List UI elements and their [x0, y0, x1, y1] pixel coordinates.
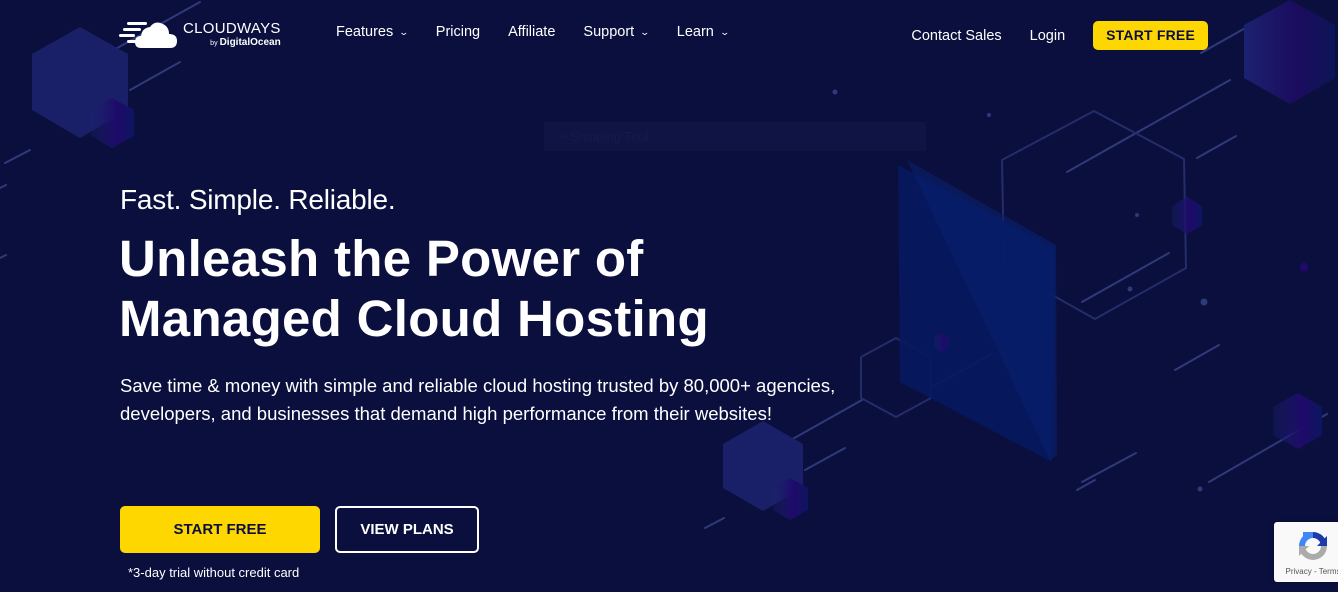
logo-by-prefix: by [210, 39, 218, 47]
chevron-down-icon: ⌄ [398, 26, 410, 37]
nav-item-label: Learn [676, 24, 714, 40]
chevron-down-icon: ⌄ [639, 26, 651, 37]
nav-item-support[interactable]: Support ⌄ [583, 24, 651, 40]
snipping-tool-overlay: ✂ Snipping Tool [544, 122, 926, 151]
logo-by-brand: DigitalOcean [219, 36, 281, 48]
nav-item-label: Support [583, 24, 635, 40]
hero-headline: Unleash the Power of Managed Cloud Hosti… [119, 229, 709, 349]
hero-subtext: Save time & money with simple and reliab… [120, 375, 836, 424]
nav-item-features[interactable]: Features ⌄ [336, 24, 410, 40]
nav-item-label: Pricing [435, 24, 481, 40]
header-actions: Contact Sales Login START FREE [911, 21, 1208, 50]
chevron-down-icon: ⌄ [719, 26, 730, 37]
recaptcha-privacy-terms-links[interactable]: Privacy - Terms [1286, 567, 1338, 576]
snipping-tool-label: ✂ Snipping Tool [556, 128, 649, 144]
contact-sales-link[interactable]: Contact Sales [911, 28, 1001, 44]
site-header: CLOUDWAYS by DigitalOcean Features ⌄ Pric… [0, 0, 1338, 70]
header-start-free-button[interactable]: START FREE [1093, 21, 1208, 50]
hero-tagline: Fast. Simple. Reliable. [120, 184, 396, 215]
view-plans-button[interactable]: VIEW PLANS [335, 506, 479, 553]
nav-item-label: Affiliate [508, 24, 556, 40]
nav-item-affiliate[interactable]: Affiliate [508, 24, 555, 40]
nav-item-pricing[interactable]: Pricing [436, 24, 480, 40]
recaptcha-badge[interactable]: Privacy - Terms [1274, 522, 1338, 582]
logo-byline: by DigitalOcean [210, 36, 281, 48]
hero-start-free-button[interactable]: START FREE [120, 506, 320, 553]
trial-note: *3-day trial without credit card [128, 565, 300, 580]
recaptcha-icon [1299, 532, 1327, 560]
main-nav: Features ⌄ Pricing Affiliate Support ⌄ L… [336, 24, 756, 40]
headline-line-1: Unleash the Power of [119, 230, 644, 287]
nav-item-label: Features [336, 24, 394, 40]
cloud-logo-icon [119, 22, 177, 48]
nav-item-learn[interactable]: Learn ⌄ [676, 24, 730, 40]
login-link[interactable]: Login [1030, 28, 1065, 44]
logo-name: CLOUDWAYS [183, 19, 281, 37]
cloudways-logo[interactable]: CLOUDWAYS by DigitalOcean [119, 18, 284, 50]
headline-line-2: Managed Cloud Hosting [119, 290, 709, 347]
